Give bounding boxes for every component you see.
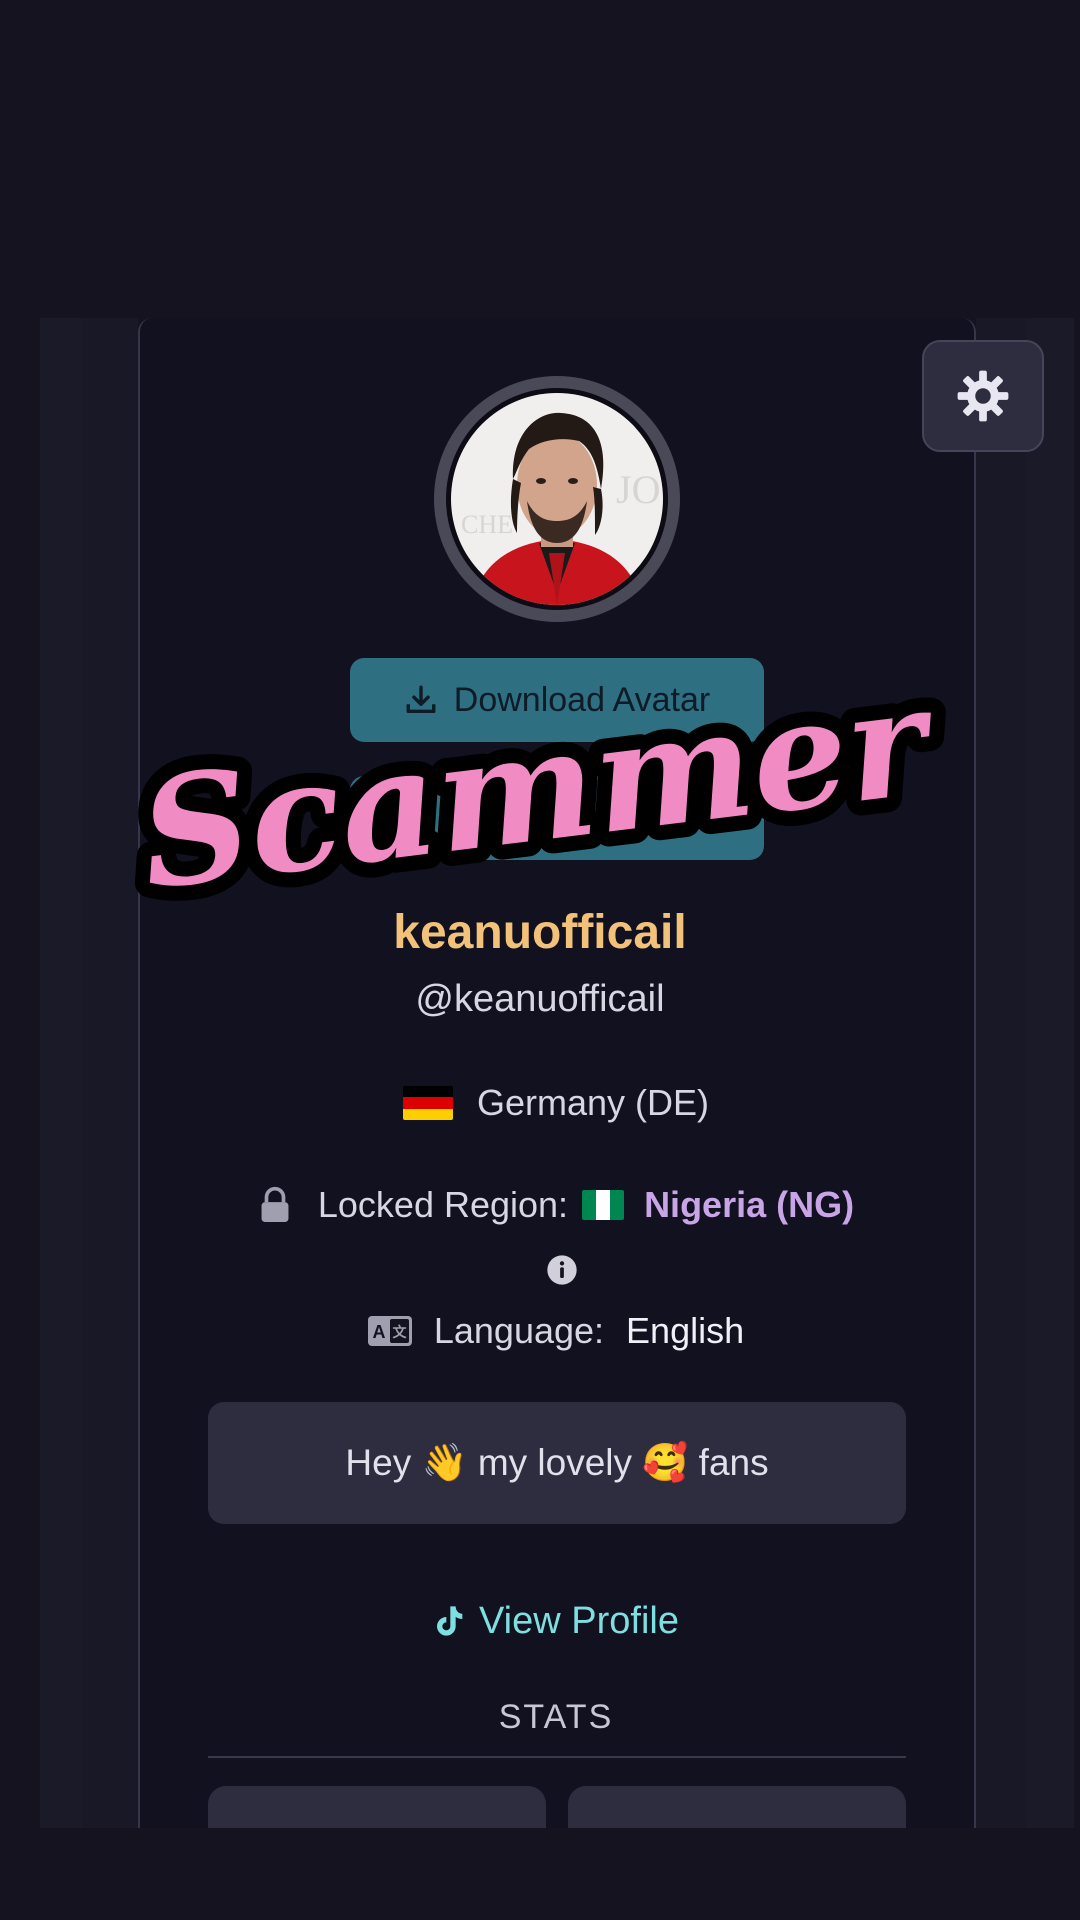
view-profile-link[interactable]: View Profile — [0, 1596, 1080, 1646]
language-label: Language: — [433, 1310, 605, 1351]
svg-text:JO: JO — [616, 467, 660, 512]
language-row: A 文 Language: English — [0, 1304, 1080, 1358]
germany-flag-icon — [402, 1086, 453, 1120]
stats-heading: STATS — [498, 1698, 614, 1736]
info-icon[interactable] — [546, 1254, 578, 1286]
nigeria-flag-icon — [582, 1190, 625, 1220]
translate-icon: A 文 — [367, 1316, 412, 1346]
gear-icon — [957, 370, 1009, 422]
settings-button[interactable] — [922, 340, 1044, 452]
country-value: Germany (DE) — [476, 1082, 710, 1123]
svg-text:CHE: CHE — [461, 510, 513, 539]
svg-text:Scammer: Scammer — [132, 652, 946, 924]
view-profile-label: View Profile — [479, 1599, 679, 1642]
bio-text: Hey 👋 my lovely 🥰 fans — [345, 1441, 769, 1483]
bottom-background — [0, 1828, 1080, 1920]
display-name: keanuofficail — [393, 906, 687, 959]
svg-text:A: A — [372, 1322, 385, 1342]
svg-text:文: 文 — [392, 1324, 407, 1340]
tiktok-icon — [433, 1603, 465, 1639]
bio-box: Hey 👋 my lovely 🥰 fans — [208, 1402, 906, 1524]
stats-divider — [208, 1756, 906, 1758]
locked-region-label: Locked Region: — [317, 1184, 569, 1225]
locked-region-value: Nigeria (NG) — [644, 1184, 855, 1225]
locked-region-row: Locked Region: Nigeria (NG) — [0, 1180, 1080, 1230]
language-value: English — [626, 1310, 745, 1351]
profile-screen: JO CHE Download Avatar Scammer Scammer k… — [0, 0, 1080, 1920]
avatar-photo: JO CHE — [451, 393, 663, 605]
country-row: Germany (DE) — [0, 1078, 1080, 1128]
avatar: JO CHE — [434, 376, 680, 622]
username-handle: @keanuofficail — [415, 978, 665, 1020]
lock-icon — [258, 1186, 292, 1224]
